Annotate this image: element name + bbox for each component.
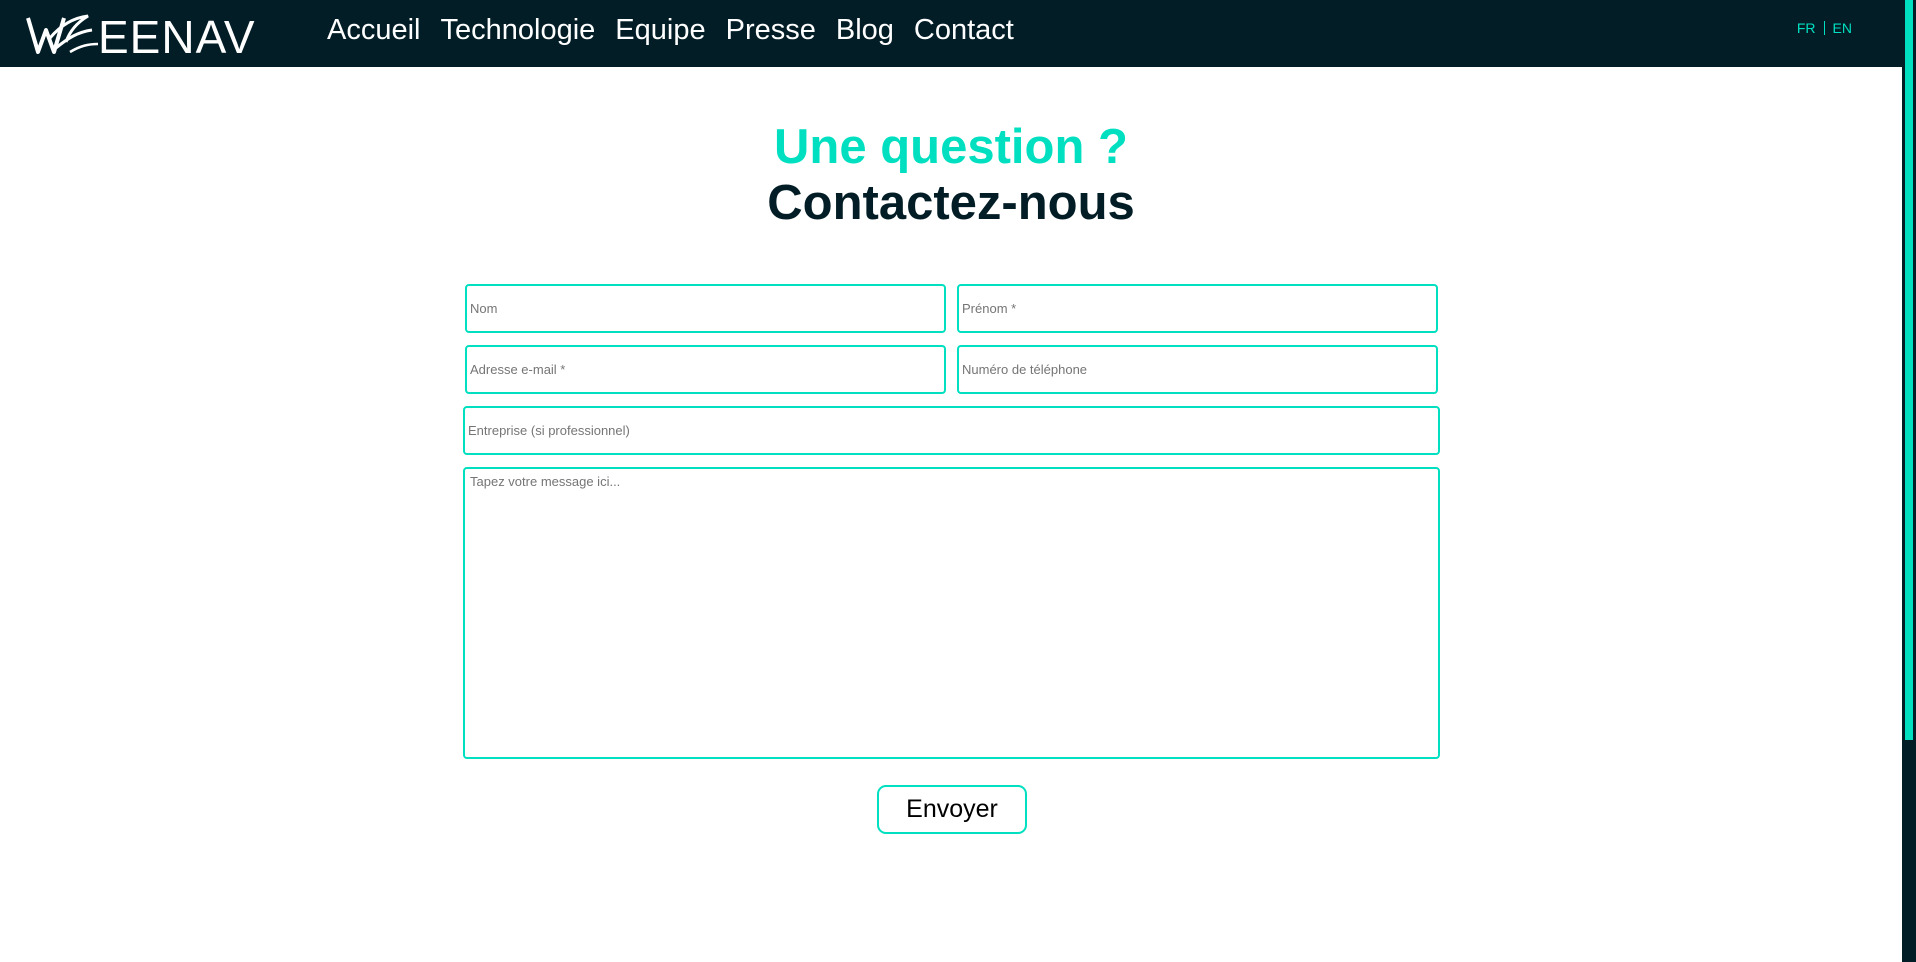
nav-link-technologie[interactable]: Technologie [441, 12, 596, 48]
nav-link-blog[interactable]: Blog [836, 12, 894, 48]
language-switcher: FR EN [1797, 20, 1852, 36]
page-scrollbar[interactable] [1902, 0, 1916, 962]
contact-heading-accent: Une question ? [774, 120, 1128, 174]
phone-field[interactable] [957, 345, 1438, 394]
message-field[interactable] [463, 467, 1440, 759]
main-navigation: Accueil Technologie Equipe Presse Blog C… [327, 12, 1014, 48]
svg-text:EENAV: EENAV [98, 11, 256, 58]
nav-link-accueil[interactable]: Accueil [327, 12, 421, 48]
email-field[interactable] [465, 345, 946, 394]
contact-heading: Contactez-nous [767, 176, 1135, 230]
company-field[interactable] [463, 406, 1440, 455]
nav-link-contact[interactable]: Contact [914, 12, 1014, 48]
language-fr[interactable]: FR [1797, 20, 1816, 36]
first-name-field[interactable] [957, 284, 1438, 333]
nav-link-presse[interactable]: Presse [726, 12, 816, 48]
weenav-logo[interactable]: EENAV [26, 8, 256, 58]
language-en[interactable]: EN [1833, 20, 1852, 36]
send-button[interactable]: Envoyer [877, 785, 1027, 834]
nav-link-equipe[interactable]: Equipe [615, 12, 705, 48]
language-divider [1823, 21, 1825, 35]
last-name-field[interactable] [465, 284, 946, 333]
scrollbar-thumb[interactable] [1905, 0, 1913, 740]
top-navbar: EENAV Accueil Technologie Equipe Presse … [0, 0, 1902, 67]
